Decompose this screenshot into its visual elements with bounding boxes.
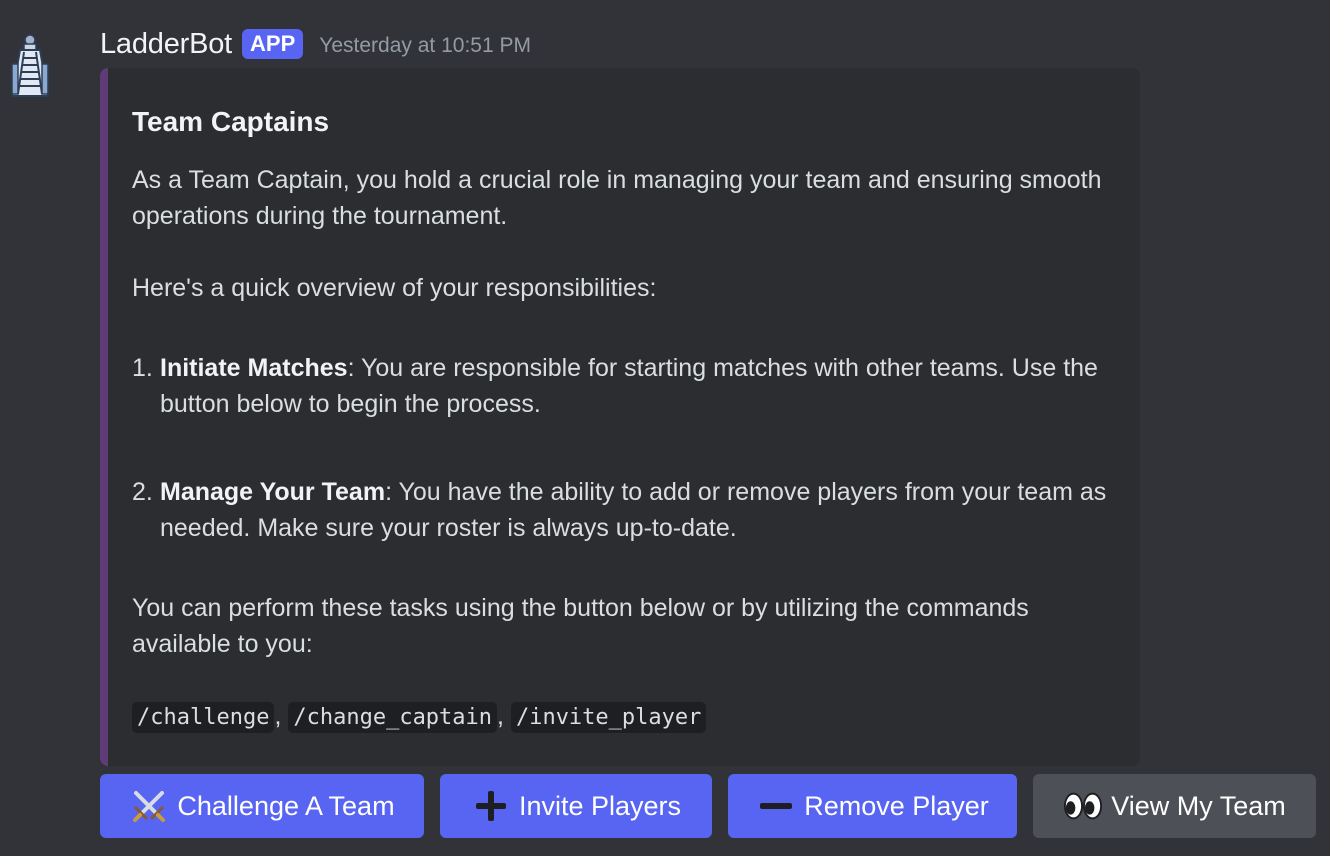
view-my-team-label: View My Team — [1111, 790, 1286, 821]
action-buttons: Challenge A Team Invite Players Remove P… — [100, 774, 1316, 838]
embed-accent-bar — [100, 68, 108, 766]
chat-message: LadderBot APP Yesterday at 10:51 PM Team… — [0, 0, 1330, 856]
timestamp[interactable]: Yesterday at 10:51 PM — [319, 34, 531, 58]
invite-players-label: Invite Players — [518, 790, 682, 821]
list-item-heading: Manage Your Team — [160, 478, 386, 506]
list-number: 1. — [132, 354, 153, 382]
ladder-tower-icon — [10, 34, 50, 97]
message-header: LadderBot APP Yesterday at 10:51 PM — [100, 24, 531, 64]
embed-content: Team Captains As a Team Captain, you hol… — [132, 102, 1112, 736]
embed-title: Team Captains — [132, 106, 330, 137]
app-badge: APP — [242, 29, 304, 59]
remove-player-label: Remove Player — [804, 790, 989, 821]
list-item: 2. Manage Your Team: You have the abilit… — [132, 474, 1112, 546]
plus-icon — [471, 786, 511, 826]
view-my-team-button[interactable]: View My Team — [1033, 774, 1316, 838]
challenge-team-label: Challenge A Team — [177, 790, 395, 821]
embed-overview: Here's a quick overview of your responsi… — [132, 274, 657, 302]
command-code[interactable]: /challenge — [132, 702, 275, 733]
command-list: /challenge, /change_captain, /invite_pla… — [132, 698, 1112, 736]
embed-card: Team Captains As a Team Captain, you hol… — [100, 68, 1140, 766]
embed-tasks: You can perform these tasks using the bu… — [132, 594, 1029, 658]
command-separator: , — [497, 702, 504, 730]
eyes-icon — [1063, 786, 1103, 826]
list-item: 1. Initiate Matches: You are responsible… — [132, 350, 1112, 422]
list-item-body: Manage Your Team: You have the ability t… — [160, 474, 1112, 546]
command-code[interactable]: /invite_player — [510, 702, 707, 733]
command-separator: , — [274, 702, 282, 730]
responsibility-list: 1. Initiate Matches: You are responsible… — [132, 350, 1112, 546]
remove-player-button[interactable]: Remove Player — [728, 774, 1017, 838]
challenge-team-button[interactable]: Challenge A Team — [100, 774, 424, 838]
list-item-heading: Initiate Matches — [160, 354, 348, 382]
list-item-body: Initiate Matches: You are responsible fo… — [160, 350, 1112, 422]
minus-icon — [756, 786, 796, 826]
invite-players-button[interactable]: Invite Players — [440, 774, 712, 838]
username[interactable]: LadderBot — [100, 28, 232, 61]
crossed-swords-icon — [129, 786, 169, 826]
embed-intro: As a Team Captain, you hold a crucial ro… — [132, 166, 1102, 230]
command-code[interactable]: /change_captain — [288, 702, 498, 733]
list-number: 2. — [132, 478, 153, 506]
bot-avatar[interactable] — [6, 34, 54, 98]
